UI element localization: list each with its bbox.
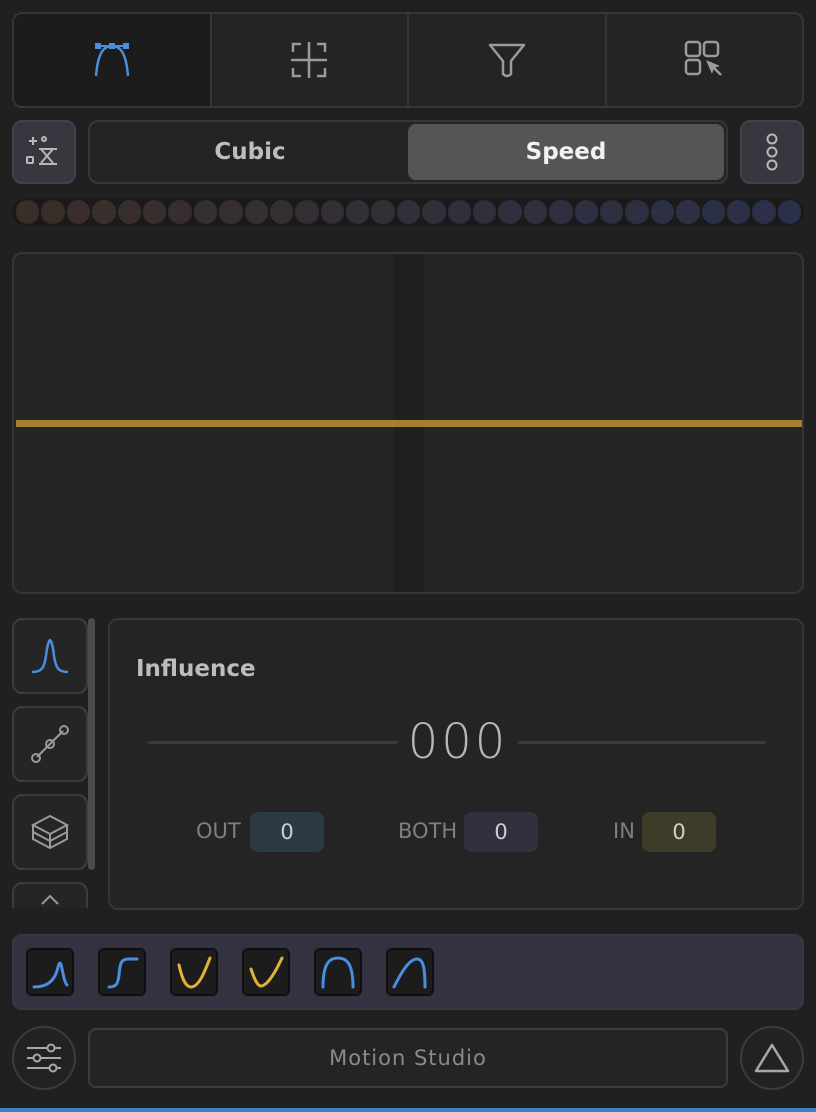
keyframe-dot[interactable] bbox=[574, 200, 598, 224]
tab-filter[interactable] bbox=[409, 14, 607, 106]
keyframe-dots[interactable] bbox=[12, 198, 804, 226]
chevron-up-icon bbox=[41, 894, 59, 905]
preset-arch[interactable] bbox=[314, 948, 362, 996]
preset-ease-out[interactable] bbox=[242, 948, 290, 996]
layers-cube-icon bbox=[30, 814, 70, 850]
magic-hourglass-icon bbox=[26, 136, 57, 165]
side-tab-nodes[interactable] bbox=[12, 706, 88, 782]
keyframe-dot[interactable] bbox=[422, 200, 446, 224]
bell-curve-icon bbox=[31, 638, 69, 674]
mode-cubic[interactable]: Cubic bbox=[92, 124, 408, 180]
keyframe-dot[interactable] bbox=[549, 200, 573, 224]
keyframe-dot[interactable] bbox=[193, 200, 218, 224]
linked-nodes-icon bbox=[31, 725, 69, 763]
ease-out-curve-icon bbox=[249, 956, 284, 988]
accent-rule bbox=[0, 1108, 816, 1112]
keyframe-dot[interactable] bbox=[650, 200, 675, 224]
mode-speed[interactable]: Speed bbox=[408, 124, 724, 180]
tool-tabs bbox=[12, 12, 804, 108]
speed-graph[interactable] bbox=[12, 252, 804, 594]
ease-step-icon bbox=[107, 957, 139, 989]
keyframe-dot[interactable] bbox=[219, 200, 243, 224]
keyframe-dot[interactable] bbox=[396, 200, 421, 224]
tab-select[interactable] bbox=[607, 14, 803, 106]
in-field[interactable]: 0 bbox=[642, 812, 716, 852]
keyframe-dot[interactable] bbox=[752, 200, 776, 224]
both-label: BOTH bbox=[398, 819, 458, 843]
keyframe-dot[interactable] bbox=[473, 200, 497, 224]
more-options-button[interactable] bbox=[740, 120, 804, 184]
influence-title: Influence bbox=[136, 656, 256, 682]
out-label: OUT bbox=[196, 819, 241, 843]
funnel-icon bbox=[488, 43, 525, 78]
keyframe-dot[interactable] bbox=[371, 200, 395, 224]
speed-curve-line[interactable] bbox=[16, 420, 802, 427]
mode-segmented-control: Cubic Speed bbox=[88, 120, 728, 184]
keyframe-dot[interactable] bbox=[676, 200, 700, 224]
keyframe-dot[interactable] bbox=[66, 200, 91, 224]
side-tabs bbox=[12, 618, 88, 908]
influence-value[interactable]: 000 bbox=[398, 712, 518, 772]
mode-row: Cubic Speed bbox=[12, 120, 804, 184]
keyframe-dot[interactable] bbox=[599, 200, 624, 224]
preset-spike[interactable] bbox=[26, 948, 74, 996]
keyframe-dot[interactable] bbox=[447, 200, 472, 224]
triangle-up-icon bbox=[754, 1043, 790, 1073]
tab-bezier[interactable] bbox=[14, 14, 212, 106]
in-label: IN bbox=[613, 819, 635, 843]
ease-in-curve-icon bbox=[177, 956, 212, 989]
keyframe-dot[interactable] bbox=[168, 200, 192, 224]
preset-rise-arch[interactable] bbox=[386, 948, 434, 996]
keyframe-dot[interactable] bbox=[625, 200, 649, 224]
keyframe-dot[interactable] bbox=[777, 200, 802, 224]
keyframe-dot[interactable] bbox=[498, 200, 522, 224]
keyframe-dot[interactable] bbox=[41, 200, 65, 224]
both-field[interactable]: 0 bbox=[464, 812, 538, 852]
keyframe-dot[interactable] bbox=[320, 200, 345, 224]
keyframe-dot[interactable] bbox=[701, 200, 725, 224]
auto-ease-button[interactable] bbox=[12, 120, 76, 184]
side-tab-influence[interactable] bbox=[12, 618, 88, 694]
side-tabs-scrollbar[interactable] bbox=[88, 618, 95, 870]
preset-ease-in[interactable] bbox=[170, 948, 218, 996]
ease-presets bbox=[12, 934, 804, 1010]
settings-button[interactable] bbox=[12, 1026, 76, 1090]
app-title: Motion Studio bbox=[88, 1028, 728, 1088]
keyframe-dot[interactable] bbox=[16, 200, 40, 224]
keyframe-dot[interactable] bbox=[142, 200, 167, 224]
keyframe-dot[interactable] bbox=[346, 200, 370, 224]
side-tab-layers[interactable] bbox=[12, 794, 88, 870]
keyframe-dot[interactable] bbox=[726, 200, 751, 224]
keyframe-dot[interactable] bbox=[92, 200, 116, 224]
grid-select-icon bbox=[685, 40, 723, 76]
tab-crosshair[interactable] bbox=[212, 14, 409, 106]
rise-arch-icon bbox=[392, 957, 427, 989]
bezier-curve-icon bbox=[94, 43, 129, 77]
keyframe-dot[interactable] bbox=[295, 200, 319, 224]
arch-curve-icon bbox=[321, 956, 355, 989]
keyframe-dot[interactable] bbox=[523, 200, 548, 224]
more-vertical-icon bbox=[766, 133, 778, 171]
ease-spike-icon bbox=[32, 961, 69, 989]
footer: Motion Studio bbox=[12, 1026, 804, 1090]
keyframe-dot[interactable] bbox=[117, 200, 141, 224]
keyframe-dot[interactable] bbox=[269, 200, 294, 224]
preset-step[interactable] bbox=[98, 948, 146, 996]
side-tab-more[interactable] bbox=[12, 882, 88, 908]
collapse-button[interactable] bbox=[740, 1026, 804, 1090]
out-field[interactable]: 0 bbox=[250, 812, 324, 852]
sliders-icon bbox=[27, 1043, 61, 1073]
influence-panel: Influence 000 OUT 0 BOTH 0 IN 0 bbox=[108, 618, 804, 910]
crosshair-frame-icon bbox=[291, 42, 328, 78]
keyframe-dot[interactable] bbox=[244, 200, 268, 224]
